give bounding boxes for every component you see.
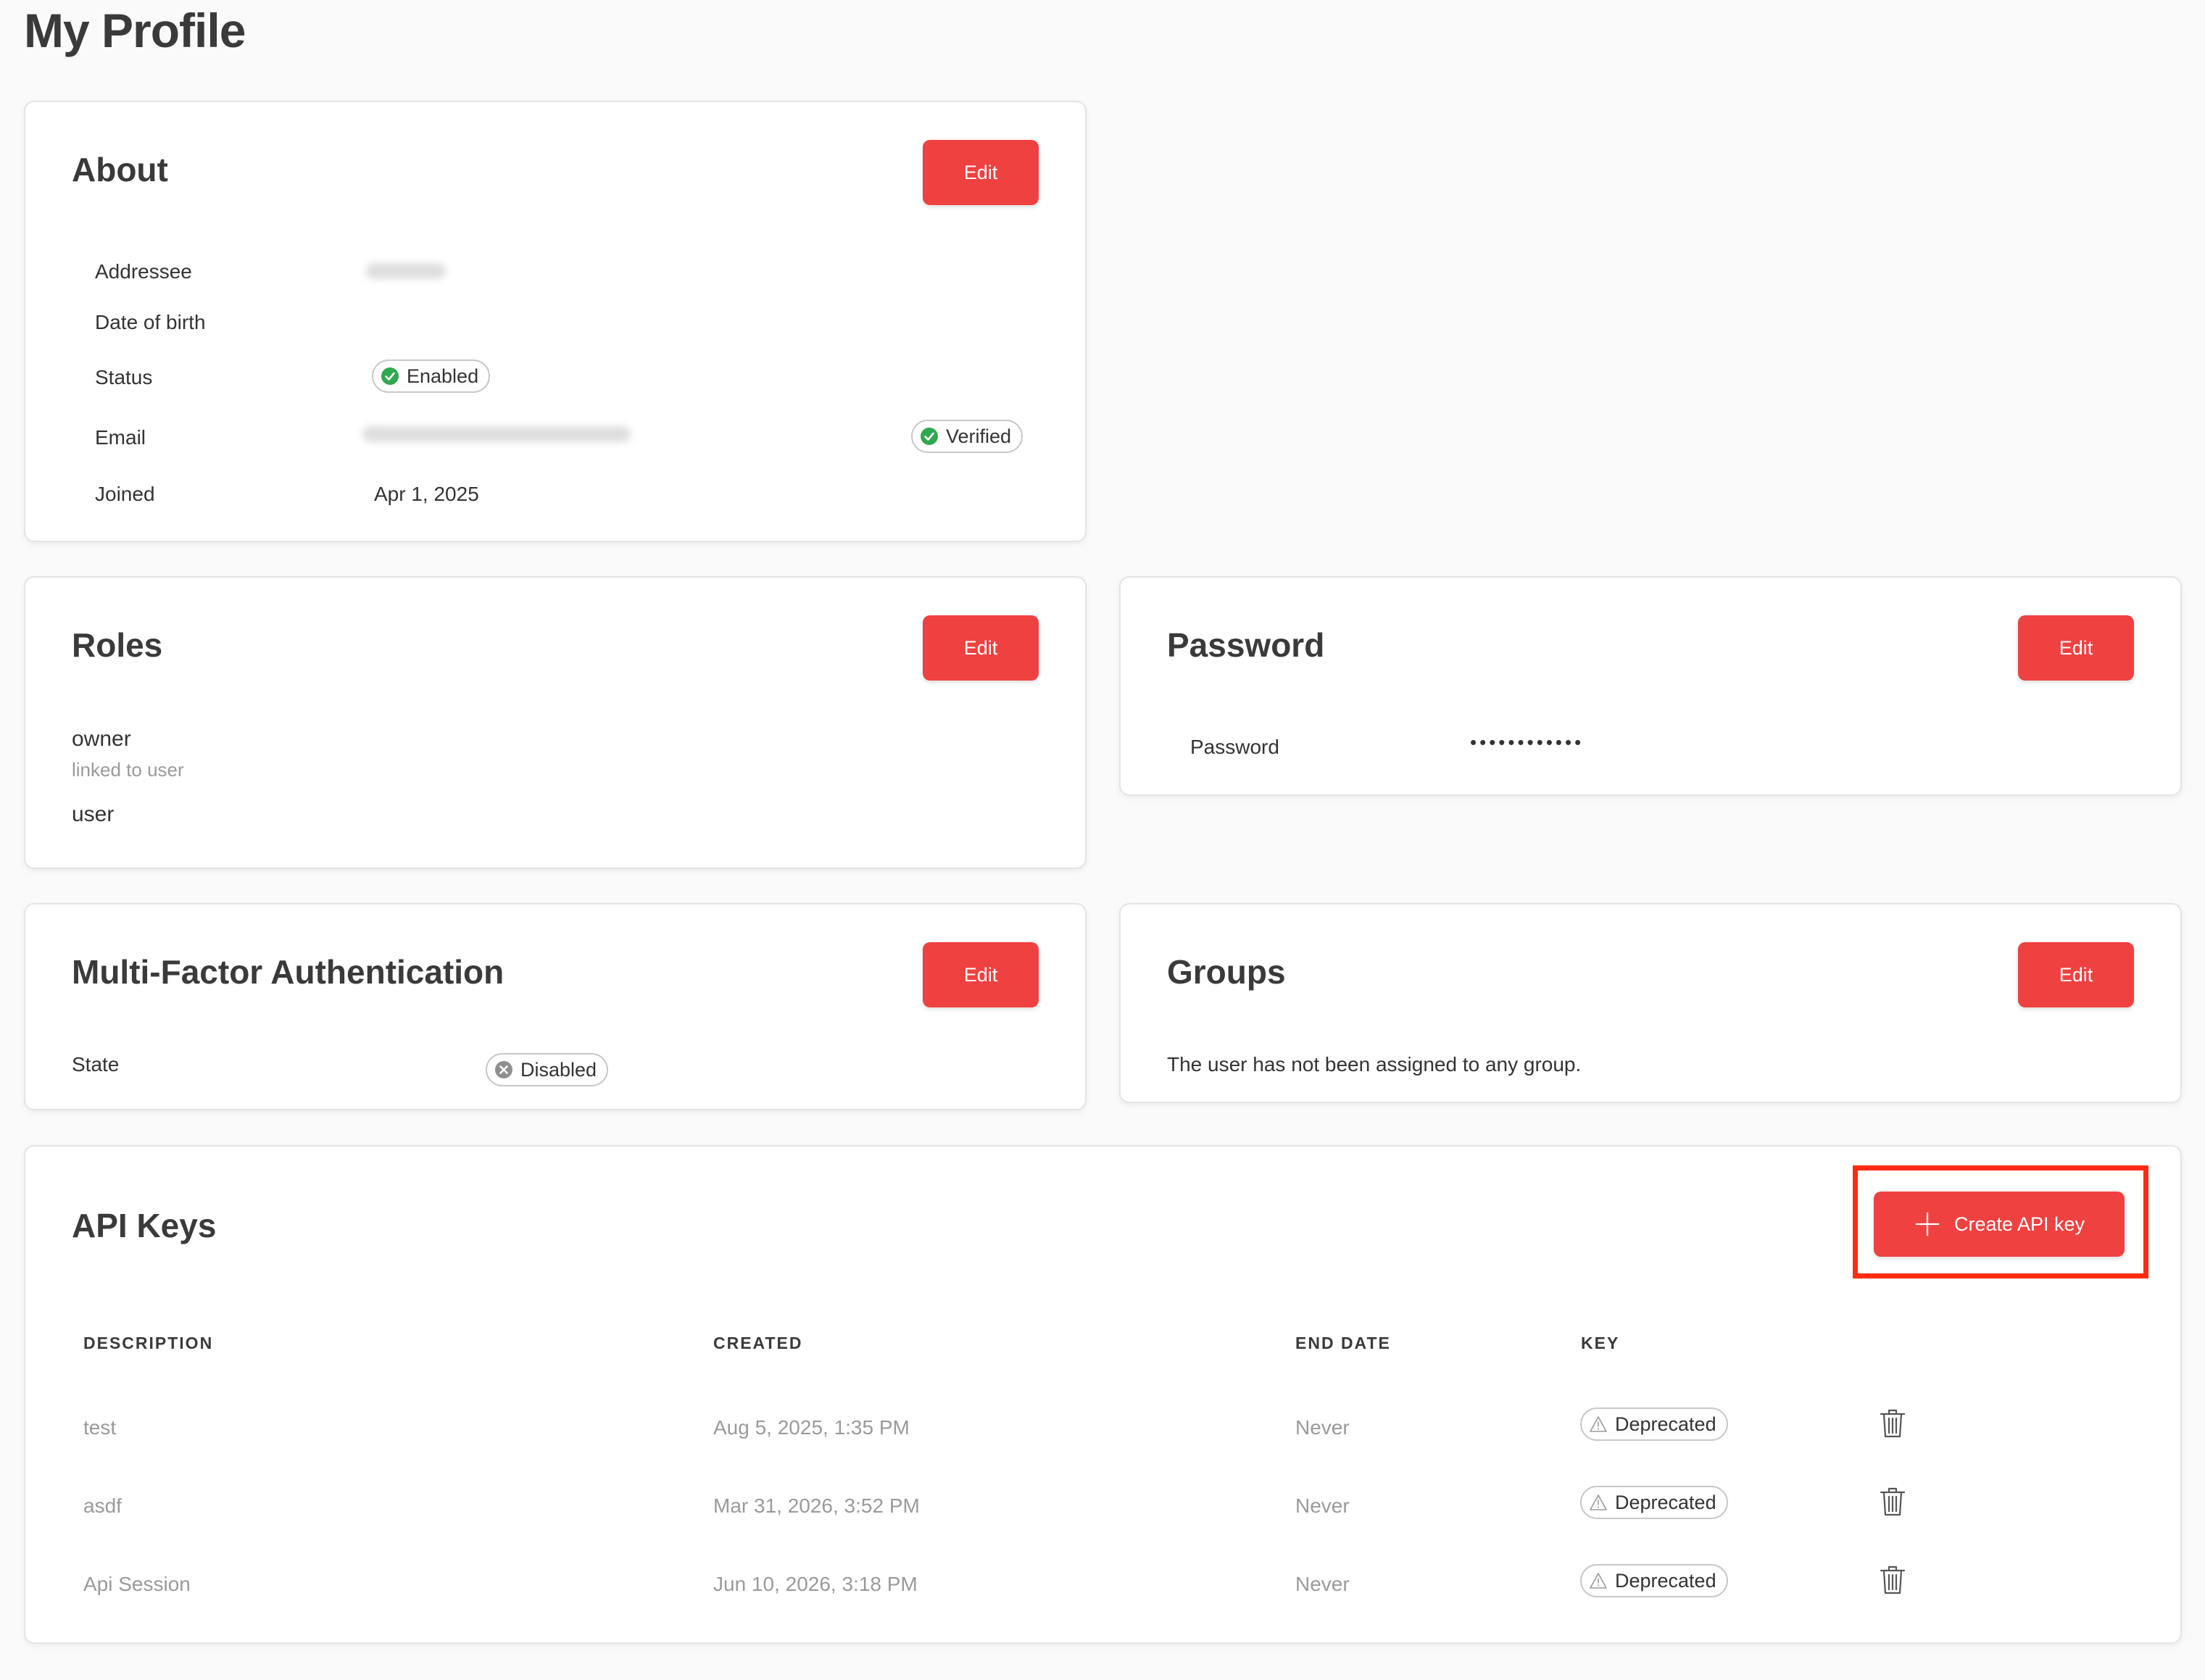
password-title: Password bbox=[1167, 626, 1325, 664]
row-created: Jun 10, 2026, 3:18 PM bbox=[713, 1573, 918, 1595]
key-status-label: Deprecated bbox=[1615, 1491, 1716, 1513]
row-description: asdf bbox=[83, 1494, 122, 1517]
row-description: Api Session bbox=[83, 1573, 191, 1595]
mfa-state-badge: Disabled bbox=[486, 1053, 609, 1086]
key-status-label: Deprecated bbox=[1615, 1569, 1716, 1592]
check-circle-icon bbox=[381, 367, 399, 385]
email-label: Email bbox=[95, 426, 146, 449]
roles-title: Roles bbox=[72, 626, 163, 664]
column-header-created: CREATED bbox=[713, 1334, 803, 1352]
x-circle-icon bbox=[495, 1061, 512, 1078]
column-header-end-date: END DATE bbox=[1295, 1334, 1391, 1352]
password-label: Password bbox=[1190, 736, 1279, 758]
key-status-badge: Deprecated bbox=[1580, 1486, 1728, 1519]
key-status-label: Deprecated bbox=[1615, 1413, 1716, 1435]
about-edit-button[interactable]: Edit bbox=[923, 140, 1039, 205]
table-row: asdf Mar 31, 2026, 3:52 PM Never Depreca… bbox=[25, 1486, 2180, 1558]
about-title: About bbox=[72, 151, 168, 188]
row-end-date: Never bbox=[1295, 1573, 1350, 1595]
row-end-date: Never bbox=[1295, 1416, 1350, 1439]
addressee-label: Addressee bbox=[95, 260, 192, 283]
role-item-user: user bbox=[72, 802, 115, 826]
groups-edit-button[interactable]: Edit bbox=[2018, 942, 2134, 1007]
groups-card: Groups Edit The user has not been assign… bbox=[1119, 903, 2182, 1103]
roles-edit-button[interactable]: Edit bbox=[923, 615, 1039, 681]
trash-icon[interactable] bbox=[1878, 1407, 1907, 1439]
email-verified-badge: Verified bbox=[911, 420, 1023, 453]
row-created: Aug 5, 2025, 1:35 PM bbox=[713, 1416, 910, 1439]
page-title: My Profile bbox=[24, 4, 246, 57]
row-description: test bbox=[83, 1416, 117, 1439]
column-header-key: KEY bbox=[1581, 1334, 1620, 1352]
table-row: Api Session Jun 10, 2026, 3:18 PM Never … bbox=[25, 1564, 2180, 1637]
role-item-owner: owner bbox=[72, 727, 131, 751]
key-status-badge: Deprecated bbox=[1580, 1407, 1728, 1441]
addressee-value-redacted bbox=[366, 263, 446, 279]
warning-triangle-icon bbox=[1590, 1494, 1607, 1510]
groups-empty-text: The user has not been assigned to any gr… bbox=[1167, 1053, 1582, 1076]
status-badge-label: Enabled bbox=[407, 365, 479, 387]
mfa-state-label: State bbox=[72, 1053, 120, 1076]
email-verified-label: Verified bbox=[946, 425, 1012, 447]
email-value-redacted bbox=[362, 426, 631, 442]
trash-icon[interactable] bbox=[1878, 1564, 1907, 1596]
key-status-badge: Deprecated bbox=[1580, 1564, 1728, 1597]
row-created: Mar 31, 2026, 3:52 PM bbox=[713, 1494, 920, 1517]
mfa-state-value: Disabled bbox=[520, 1058, 597, 1081]
column-header-description: DESCRIPTION bbox=[83, 1334, 214, 1352]
dob-label: Date of birth bbox=[95, 311, 206, 333]
row-end-date: Never bbox=[1295, 1494, 1350, 1517]
mfa-edit-button[interactable]: Edit bbox=[923, 942, 1039, 1007]
warning-triangle-icon bbox=[1590, 1416, 1607, 1432]
mfa-card: Multi-Factor Authentication Edit State D… bbox=[24, 903, 1087, 1110]
create-api-key-highlight bbox=[1853, 1165, 2148, 1278]
status-label: Status bbox=[95, 366, 153, 388]
mfa-title: Multi-Factor Authentication bbox=[72, 953, 504, 991]
about-card: About Edit Addressee Date of birth Statu… bbox=[24, 101, 1087, 542]
warning-triangle-icon bbox=[1590, 1573, 1607, 1589]
groups-title: Groups bbox=[1167, 953, 1286, 991]
table-row: test Aug 5, 2025, 1:35 PM Never Deprecat… bbox=[25, 1407, 2180, 1480]
roles-card: Roles Edit owner linked to user user bbox=[24, 576, 1087, 869]
password-card: Password Edit Password •••••••••••• bbox=[1119, 576, 2182, 796]
api-keys-title: API Keys bbox=[72, 1207, 217, 1244]
joined-label: Joined bbox=[95, 483, 155, 505]
trash-icon[interactable] bbox=[1878, 1486, 1907, 1518]
password-edit-button[interactable]: Edit bbox=[2018, 615, 2134, 681]
password-value: •••••••••••• bbox=[1470, 731, 1585, 753]
role-item-owner-sub: linked to user bbox=[72, 759, 184, 781]
status-badge: Enabled bbox=[372, 359, 491, 393]
check-circle-icon bbox=[921, 428, 938, 445]
joined-value: Apr 1, 2025 bbox=[374, 483, 479, 505]
